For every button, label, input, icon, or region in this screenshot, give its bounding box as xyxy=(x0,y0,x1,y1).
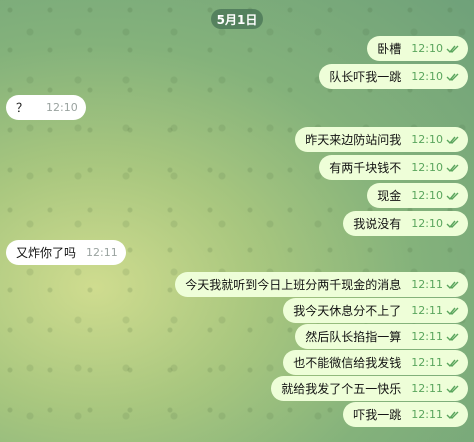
message-text: 昨天来边防站问我 xyxy=(305,133,402,147)
message-text: 就给我发了个五一快乐 xyxy=(281,382,402,396)
message-outgoing[interactable]: 有两千块钱不 12:10 xyxy=(319,155,468,180)
message-text: 也不能微信给我发钱 xyxy=(293,356,402,370)
message-text: 现金 xyxy=(377,189,402,203)
message-outgoing[interactable]: 现金 12:10 xyxy=(367,183,468,208)
double-check-icon xyxy=(446,220,459,228)
message-time: 12:10 xyxy=(411,133,443,146)
message-outgoing[interactable]: 今天我就听到今日上班分两千现金的消息 12:11 xyxy=(175,272,468,297)
message-text: 今天我就听到今日上班分两千现金的消息 xyxy=(185,278,402,292)
message-text: 有两千块钱不 xyxy=(329,161,402,175)
message-text: 卧槽 xyxy=(377,42,402,56)
message-time: 12:10 xyxy=(411,189,443,202)
double-check-icon xyxy=(446,136,459,144)
message-outgoing[interactable]: 我说没有 12:10 xyxy=(343,211,468,236)
message-incoming[interactable]: ？ 12:10 xyxy=(6,95,86,120)
message-time: 12:10 xyxy=(411,161,443,174)
message-time: 12:10 xyxy=(411,217,443,230)
message-outgoing[interactable]: 就给我发了个五一快乐 12:11 xyxy=(271,376,468,401)
double-check-icon xyxy=(446,359,459,367)
message-outgoing[interactable]: 我今天休息分不上了 12:11 xyxy=(283,298,468,323)
message-time: 12:11 xyxy=(411,408,443,421)
message-time: 12:11 xyxy=(411,356,443,369)
message-text: 我说没有 xyxy=(353,217,402,231)
double-check-icon xyxy=(446,45,459,53)
message-incoming[interactable]: 又炸你了吗 12:11 xyxy=(6,240,126,265)
double-check-icon xyxy=(446,192,459,200)
double-check-icon xyxy=(446,73,459,81)
message-outgoing[interactable]: 昨天来边防站问我 12:10 xyxy=(295,127,468,152)
message-time: 12:11 xyxy=(86,246,118,259)
message-text: 我今天休息分不上了 xyxy=(293,304,402,318)
message-time: 12:11 xyxy=(411,382,443,395)
message-outgoing[interactable]: 吓我一跳 12:11 xyxy=(343,402,468,427)
message-outgoing[interactable]: 队长吓我一跳 12:10 xyxy=(319,64,468,89)
double-check-icon xyxy=(446,333,459,341)
message-outgoing[interactable]: 也不能微信给我发钱 12:11 xyxy=(283,350,468,375)
message-text: 然后队长掐指一算 xyxy=(305,330,402,344)
double-check-icon xyxy=(446,164,459,172)
double-check-icon xyxy=(446,307,459,315)
message-time: 12:11 xyxy=(411,304,443,317)
message-outgoing[interactable]: 然后队长掐指一算 12:11 xyxy=(295,324,468,349)
message-time: 12:10 xyxy=(411,42,443,55)
message-text: ？ xyxy=(16,101,29,115)
message-time: 12:10 xyxy=(411,70,443,83)
message-text: 又炸你了吗 xyxy=(16,246,77,260)
double-check-icon xyxy=(446,281,459,289)
message-time: 12:11 xyxy=(411,278,443,291)
message-time: 12:10 xyxy=(46,101,78,114)
double-check-icon xyxy=(446,385,459,393)
message-time: 12:11 xyxy=(411,330,443,343)
message-text: 吓我一跳 xyxy=(353,408,402,422)
message-outgoing[interactable]: 卧槽 12:10 xyxy=(367,36,468,61)
message-text: 队长吓我一跳 xyxy=(329,70,402,84)
date-separator: 5月1日 xyxy=(211,9,263,29)
double-check-icon xyxy=(446,411,459,419)
